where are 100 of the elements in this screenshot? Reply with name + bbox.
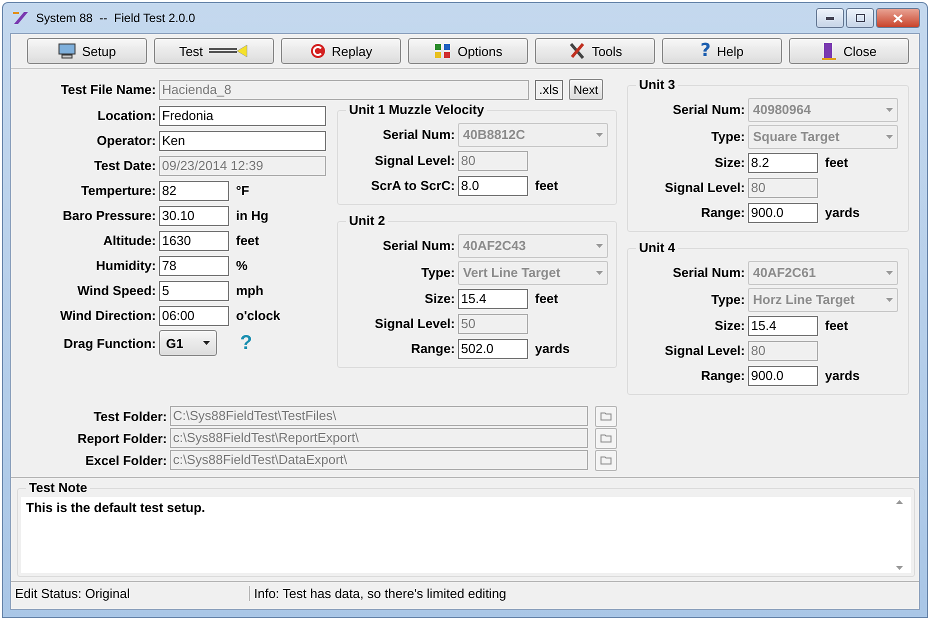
toolbar-button[interactable]: ? Help xyxy=(662,38,782,64)
caret-icon xyxy=(886,298,893,302)
folder-icon xyxy=(600,411,612,421)
extension-field: .xls xyxy=(535,80,562,100)
input-field[interactable]: 15.4 xyxy=(458,288,528,308)
folder-icon xyxy=(600,455,612,465)
toolbar-button[interactable]: Test xyxy=(154,38,274,64)
group-title: Test Note xyxy=(26,480,90,495)
input-field[interactable]: 502.0 xyxy=(458,338,528,358)
input-field[interactable]: Fredonia xyxy=(159,106,326,126)
note-text-area[interactable]: This is the default test setup. xyxy=(21,497,911,573)
input-field[interactable]: 1630 xyxy=(159,230,229,250)
field-label: Drag Function: xyxy=(62,336,156,350)
field-label: Test File Name: xyxy=(60,82,156,97)
minimize-button[interactable] xyxy=(816,8,844,28)
browse-button[interactable] xyxy=(595,450,617,470)
group-title: Unit 4 xyxy=(636,240,678,255)
unit-label: yards xyxy=(825,205,860,220)
window-title: System 88 -- Field Test 2.0.0 xyxy=(36,11,196,25)
readonly-field: Hacienda_8 xyxy=(159,80,529,100)
field-label: Type: xyxy=(710,292,745,307)
input-field[interactable]: 8.0 xyxy=(458,176,528,196)
status-text: Info: Test has data, so there's limited editing xyxy=(253,586,508,600)
field-label: Excel Folder: xyxy=(84,452,167,468)
field-label: Serial Num: xyxy=(672,102,745,117)
caret-icon xyxy=(886,108,893,112)
readonly-field: 50 xyxy=(458,314,528,334)
field-label: Signal Level: xyxy=(374,153,455,168)
unit-label: feet xyxy=(825,318,848,333)
field-label: Signal Level: xyxy=(664,180,745,195)
field-label: Operator: xyxy=(96,133,156,148)
field-label: Range: xyxy=(700,368,745,383)
unit-label: feet xyxy=(236,233,260,248)
field-label: Humidity: xyxy=(95,258,156,273)
caret-icon xyxy=(596,244,603,248)
field-label: Serial Num: xyxy=(382,127,455,142)
toolbar-button[interactable]: Replay xyxy=(281,38,401,64)
next-button[interactable]: Next xyxy=(568,79,604,100)
field-label: Test Date: xyxy=(93,158,156,173)
readonly-field: 09/23/2014 12:39 xyxy=(159,156,326,176)
scroll-down-icon[interactable] xyxy=(896,566,902,570)
field-label: Wind Direction: xyxy=(59,308,156,323)
field-label: Serial Num: xyxy=(672,265,745,280)
field-label: ScrA to ScrC: xyxy=(370,178,455,193)
field-label: Size: xyxy=(714,155,745,170)
input-field[interactable]: 900.0 xyxy=(748,202,818,222)
input-field[interactable]: 8.2 xyxy=(748,152,818,172)
maximize-button[interactable] xyxy=(846,8,874,28)
toolbar-button[interactable]: Close xyxy=(789,38,909,64)
unit-label: yards xyxy=(825,368,860,383)
group-title: Unit 1 Muzzle Velocity xyxy=(346,102,488,117)
unit-label: in Hg xyxy=(236,208,268,223)
toolbar-button[interactable]: Tools xyxy=(535,38,655,64)
input-field[interactable]: 82 xyxy=(159,180,229,200)
note-text: This is the default test setup. xyxy=(26,500,206,517)
field-label: Report Folder: xyxy=(76,430,167,446)
unit-label: feet xyxy=(535,178,558,193)
field-label: Range: xyxy=(410,341,455,356)
unit-label: feet xyxy=(825,155,848,170)
field-label: Type: xyxy=(420,265,455,280)
field-label: Range: xyxy=(700,205,745,220)
unit-label: o'clock xyxy=(236,308,280,323)
unit-label: mph xyxy=(236,283,264,298)
door-icon xyxy=(821,42,838,60)
unit-label: °F xyxy=(236,183,250,198)
browse-button[interactable] xyxy=(595,406,617,426)
input-field[interactable]: 06:00 xyxy=(159,306,229,326)
input-field[interactable]: 15.4 xyxy=(748,316,818,336)
replay-icon xyxy=(310,43,326,59)
unit-label: % xyxy=(236,258,248,273)
tools-icon xyxy=(568,42,586,60)
toolbar-button[interactable]: Options xyxy=(408,38,528,64)
readonly-field: 80 xyxy=(458,150,528,170)
field-label: Altitude: xyxy=(102,233,156,248)
caret-icon xyxy=(203,341,210,345)
dropdown[interactable]: G1 xyxy=(159,330,217,356)
field-label: Signal Level: xyxy=(664,343,745,358)
readonly-field: c:\Sys88FieldTest\ReportExport\ xyxy=(170,428,588,448)
computer-icon xyxy=(58,43,76,59)
close-button[interactable] xyxy=(876,8,920,28)
field-label: Type: xyxy=(710,129,745,144)
input-field[interactable]: 900.0 xyxy=(748,366,818,386)
status-text: Edit Status: Original xyxy=(11,586,250,600)
browse-button[interactable] xyxy=(595,428,617,448)
options-icon xyxy=(434,43,452,59)
group-title: Unit 2 xyxy=(346,213,388,228)
field-label: Signal Level: xyxy=(374,316,455,331)
input-field[interactable]: Ken xyxy=(159,130,326,150)
input-field[interactable]: 5 xyxy=(159,280,229,300)
field-label: Size: xyxy=(714,318,745,333)
scroll-up-icon[interactable] xyxy=(896,500,902,504)
close-icon xyxy=(893,14,903,22)
input-field[interactable]: 78 xyxy=(159,256,229,276)
maximize-icon xyxy=(856,14,864,22)
toolbar-button[interactable]: Setup xyxy=(27,38,147,64)
folder-icon xyxy=(600,433,612,443)
field-label: Wind Speed: xyxy=(76,283,156,298)
input-field[interactable]: 30.10 xyxy=(159,206,229,226)
field-label: Size: xyxy=(424,291,455,306)
unit-label: yards xyxy=(535,341,570,356)
